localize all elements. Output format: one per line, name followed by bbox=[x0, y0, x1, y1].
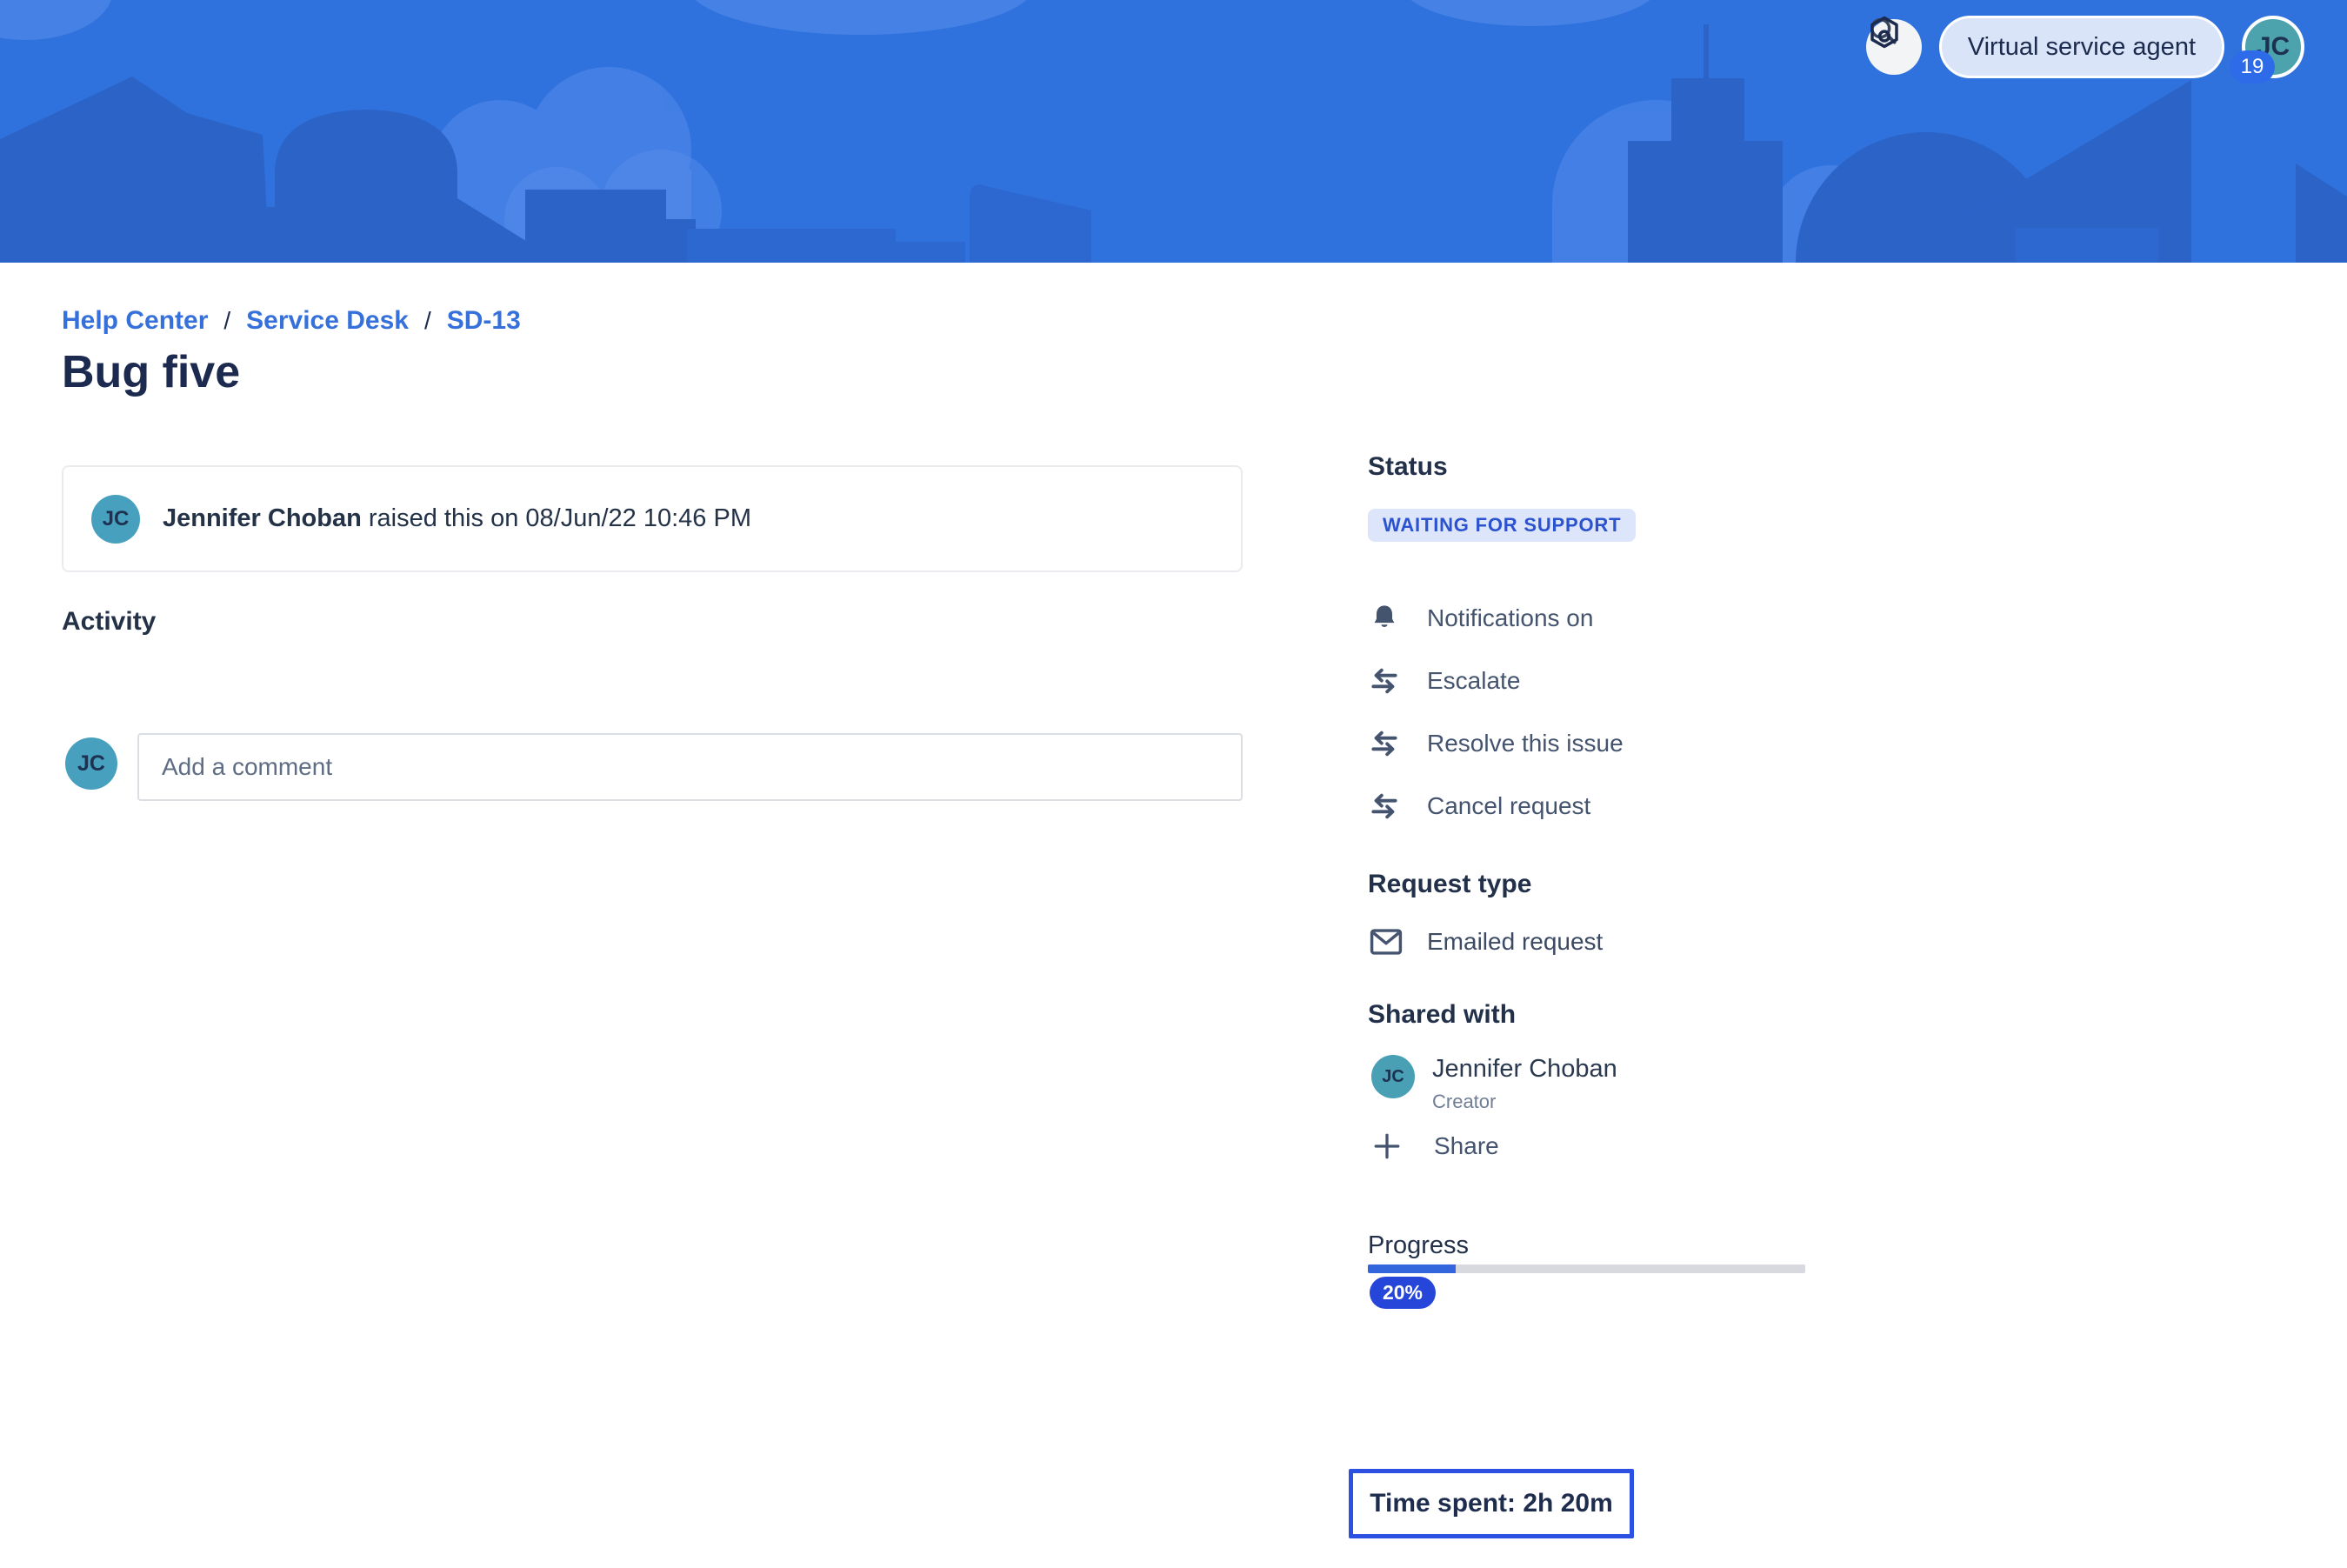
user-avatar[interactable]: JC 19 bbox=[2242, 16, 2304, 78]
time-spent-label: Time spent: 2h 20m bbox=[1370, 1489, 1613, 1518]
plus-icon bbox=[1371, 1131, 1410, 1162]
breadcrumb-service-desk[interactable]: Service Desk bbox=[246, 306, 409, 336]
notification-count-badge: 19 bbox=[2230, 50, 2275, 83]
page-title: Bug five bbox=[62, 346, 240, 398]
shared-person-role: Creator bbox=[1432, 1091, 1617, 1113]
request-raised-card: JC Jennifer Choban raised this on 08/Jun… bbox=[62, 465, 1243, 572]
reporter-avatar: JC bbox=[91, 495, 140, 544]
time-spent-box: Time spent: 2h 20m bbox=[1349, 1469, 1634, 1538]
shared-with-heading: Shared with bbox=[1368, 1000, 1516, 1030]
raised-text: Jennifer Choban raised this on 08/Jun/22… bbox=[163, 504, 751, 533]
bell-icon bbox=[1368, 602, 1406, 635]
status-heading: Status bbox=[1368, 452, 1448, 482]
progress-bar-fill bbox=[1368, 1264, 1456, 1273]
envelope-icon bbox=[1368, 925, 1406, 958]
notifications-toggle[interactable]: Notifications on bbox=[1368, 587, 1820, 650]
header-controls: Virtual service agent JC 19 bbox=[1866, 14, 2304, 80]
swap-arrows-icon bbox=[1368, 790, 1406, 823]
hexagon-agent-icon bbox=[1866, 14, 1903, 50]
swap-arrows-icon bbox=[1368, 727, 1406, 760]
breadcrumb-separator: / bbox=[223, 307, 230, 335]
request-type-value-row: Emailed request bbox=[1368, 918, 1603, 965]
reporter-name: Jennifer Choban bbox=[163, 504, 362, 532]
request-type-value: Emailed request bbox=[1427, 928, 1603, 956]
breadcrumb-help-center[interactable]: Help Center bbox=[62, 306, 208, 336]
shared-person-row: JC Jennifer Choban Creator bbox=[1371, 1055, 1617, 1113]
status-badge: WAITING FOR SUPPORT bbox=[1368, 509, 1636, 542]
activity-heading: Activity bbox=[62, 607, 156, 637]
breadcrumb: Help Center / Service Desk / SD-13 bbox=[62, 306, 521, 336]
virtual-service-agent-button[interactable]: Virtual service agent bbox=[1939, 16, 2224, 78]
action-label: Escalate bbox=[1427, 667, 1520, 695]
progress-heading: Progress bbox=[1368, 1231, 1469, 1260]
shared-person-avatar: JC bbox=[1371, 1055, 1415, 1098]
share-button-label: Share bbox=[1434, 1132, 1499, 1160]
cancel-request-action[interactable]: Cancel request bbox=[1368, 775, 1820, 837]
escalate-action[interactable]: Escalate bbox=[1368, 650, 1820, 712]
action-label: Cancel request bbox=[1427, 792, 1590, 820]
action-label: Notifications on bbox=[1427, 604, 1593, 632]
breadcrumb-separator: / bbox=[424, 307, 431, 335]
raised-detail: raised this on 08/Jun/22 10:46 PM bbox=[362, 504, 751, 532]
shared-person-info: Jennifer Choban Creator bbox=[1432, 1055, 1617, 1113]
vsa-button-label: Virtual service agent bbox=[1968, 33, 2196, 62]
service-desk-request-page: Virtual service agent JC 19 Help Center … bbox=[0, 0, 2347, 1568]
shared-person-name: Jennifer Choban bbox=[1432, 1055, 1617, 1084]
progress-bar bbox=[1368, 1264, 1805, 1273]
resolve-issue-action[interactable]: Resolve this issue bbox=[1368, 712, 1820, 775]
add-comment-input[interactable] bbox=[137, 733, 1243, 801]
request-type-heading: Request type bbox=[1368, 870, 1531, 899]
commenter-avatar: JC bbox=[65, 737, 117, 790]
action-label: Resolve this issue bbox=[1427, 730, 1624, 757]
share-button[interactable]: Share bbox=[1371, 1127, 1499, 1165]
swap-arrows-icon bbox=[1368, 664, 1406, 697]
breadcrumb-issue-key[interactable]: SD-13 bbox=[447, 306, 521, 336]
progress-percent-badge: 20% bbox=[1370, 1277, 1436, 1309]
hero-banner: Virtual service agent JC 19 bbox=[0, 0, 2347, 263]
request-actions: Notifications on Escalate Resolve this i… bbox=[1368, 587, 1820, 837]
